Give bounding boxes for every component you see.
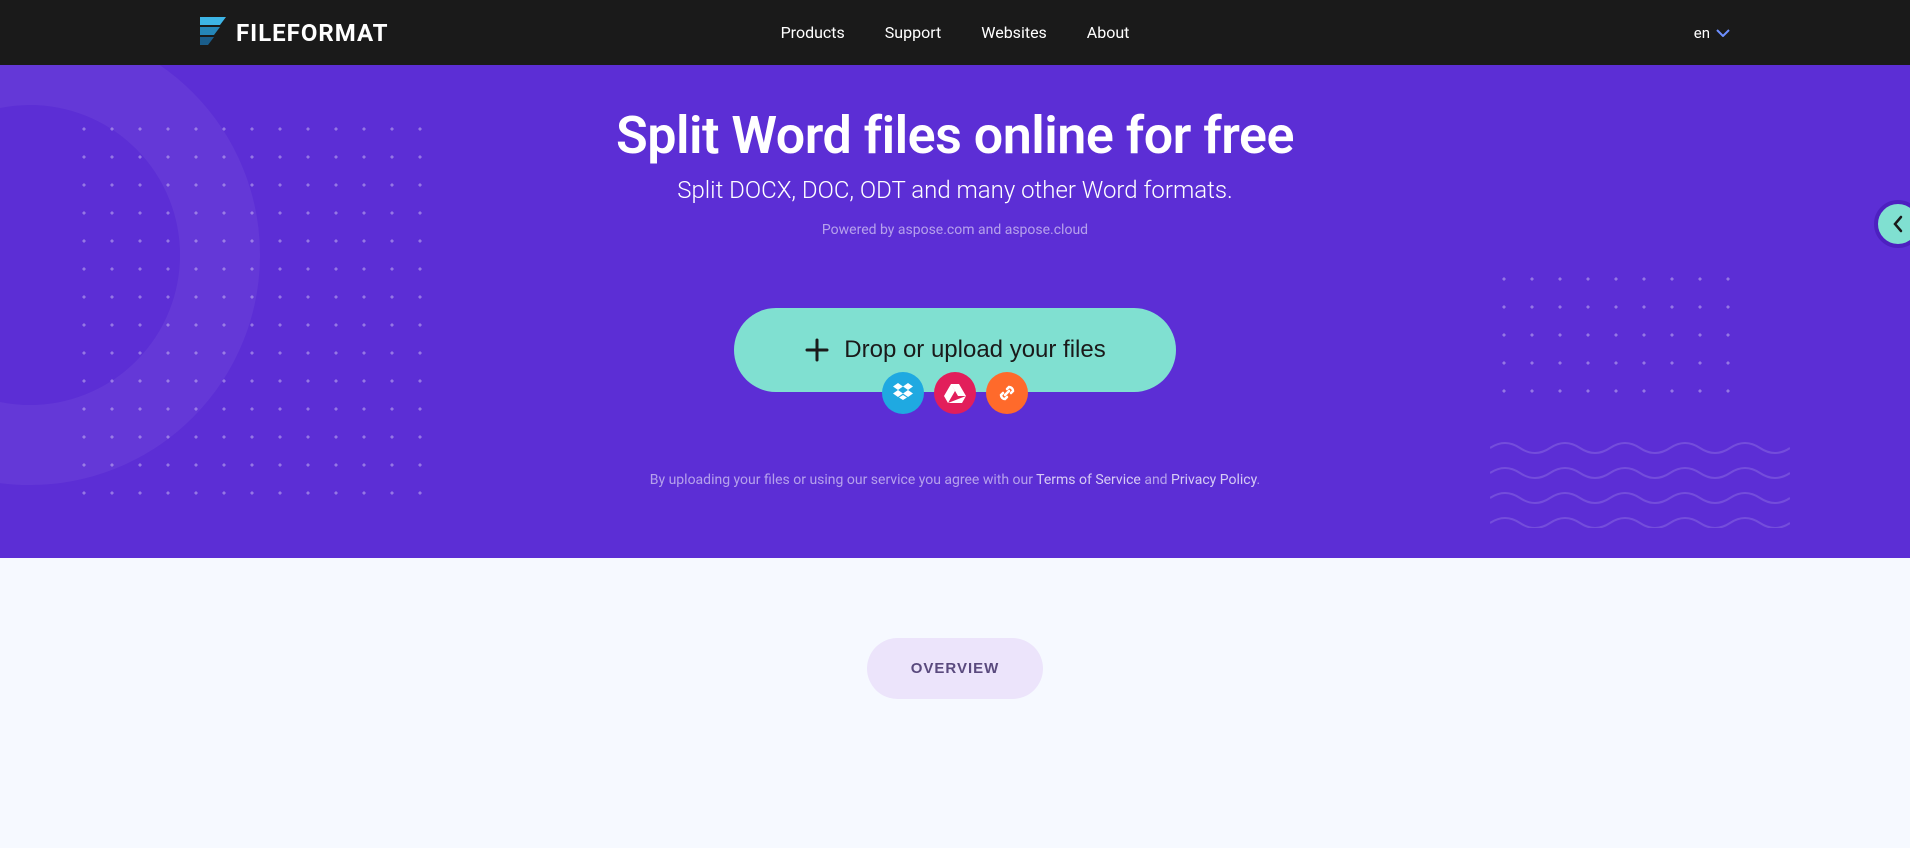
- upload-area: Drop or upload your files: [355, 308, 1555, 414]
- site-header: FILEFORMAT Products Support Websites Abo…: [0, 0, 1910, 65]
- chevron-down-icon: [1716, 29, 1730, 37]
- dropbox-icon: [892, 383, 914, 403]
- upload-label: Drop or upload your files: [844, 336, 1105, 364]
- overview-button[interactable]: OVERVIEW: [867, 638, 1044, 699]
- nav-websites[interactable]: Websites: [981, 23, 1047, 42]
- agreement-prefix: By uploading your files or using our ser…: [650, 472, 1036, 488]
- source-dropbox[interactable]: [882, 372, 924, 414]
- overview-section: OVERVIEW: [0, 558, 1910, 759]
- powered-and: and: [975, 222, 1005, 238]
- page-title: Split Word files online for free: [355, 105, 1555, 166]
- source-url[interactable]: [986, 372, 1028, 414]
- language-label: en: [1694, 24, 1710, 42]
- powered-link-aspose-cloud[interactable]: aspose.cloud: [1005, 222, 1088, 238]
- source-google-drive[interactable]: [934, 372, 976, 414]
- powered-prefix: Powered by: [822, 222, 898, 238]
- brand-name: FILEFORMAT: [236, 19, 389, 47]
- powered-link-aspose[interactable]: aspose.com: [898, 222, 975, 238]
- upload-sources: [882, 372, 1028, 414]
- logo-icon: [200, 17, 226, 49]
- hero-section: Split Word files online for free Split D…: [0, 65, 1910, 558]
- terms-link[interactable]: Terms of Service: [1036, 472, 1141, 488]
- main-nav: Products Support Websites About: [781, 23, 1130, 42]
- plus-icon: [804, 337, 830, 363]
- privacy-link[interactable]: Privacy Policy: [1171, 472, 1256, 488]
- agreement-text: By uploading your files or using our ser…: [355, 472, 1555, 488]
- chevron-left-icon: [1892, 215, 1904, 233]
- powered-by: Powered by aspose.com and aspose.cloud: [355, 222, 1555, 238]
- language-selector[interactable]: en: [1694, 24, 1730, 42]
- decorative-circle: [0, 65, 260, 485]
- agreement-suffix: .: [1257, 472, 1261, 488]
- nav-about[interactable]: About: [1087, 23, 1130, 42]
- nav-support[interactable]: Support: [885, 23, 941, 42]
- nav-products[interactable]: Products: [781, 23, 845, 42]
- link-icon: [997, 383, 1017, 403]
- logo[interactable]: FILEFORMAT: [200, 17, 389, 49]
- google-drive-icon: [944, 383, 966, 403]
- agreement-and: and: [1141, 472, 1171, 488]
- page-subtitle: Split DOCX, DOC, ODT and many other Word…: [355, 176, 1555, 204]
